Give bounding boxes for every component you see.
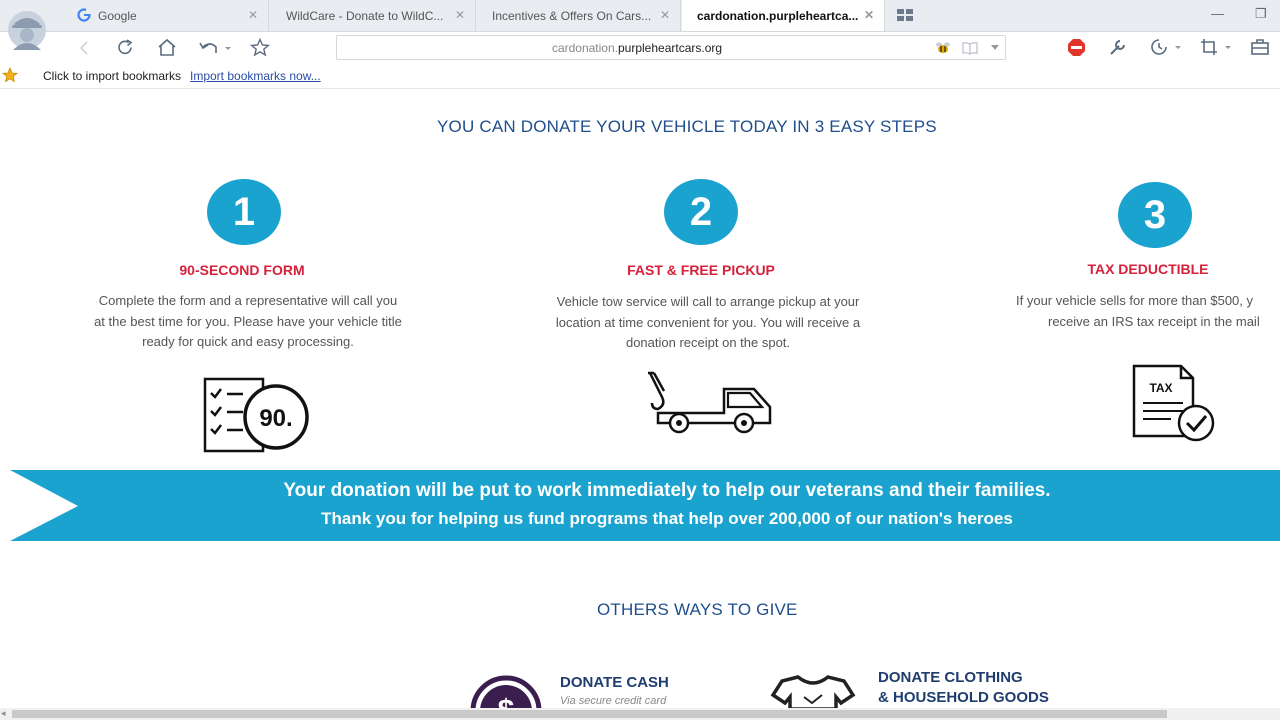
horizontal-scrollbar[interactable]: ◂ [0,708,1280,720]
close-icon[interactable]: ✕ [864,8,874,22]
step-2-number: 2 [664,179,738,245]
favorite-star-icon[interactable] [250,38,270,57]
bee-extension-icon[interactable] [935,41,951,55]
step-2-title: FAST & FREE PICKUP [627,262,775,278]
tab-label: WildCare - Donate to WildC... [286,9,444,23]
tools-wrench-icon[interactable] [1108,38,1129,57]
close-icon[interactable]: ✕ [455,8,465,22]
donate-cash-subtitle: Via secure credit card [560,695,667,707]
tab-wildcare[interactable]: WildCare - Donate to WildC... ✕ [270,0,476,31]
home-icon[interactable] [157,38,177,57]
navigation-bar: cardonation.purpleheartcars.org [0,32,1280,64]
step-3-description: If your vehicle sells for more than $500… [1016,291,1280,332]
tow-truck-icon [648,371,772,434]
step-3-description-text: If your vehicle sells for more than $500… [1016,291,1280,332]
tab-label: cardonation.purpleheartca... [697,9,859,23]
bookmark-bar: Click to import bookmarks Import bookmar… [0,64,1280,89]
step-2-description: Vehicle tow service will call to arrange… [555,294,861,350]
veterans-banner: Your donation will be put to work immedi… [10,470,1280,541]
step-3-title: TAX DEDUCTIBLE [1087,261,1209,277]
address-bar[interactable]: cardonation.purpleheartcars.org [336,35,1006,60]
dollar-coin-icon[interactable]: $ [470,675,542,708]
refresh-icon[interactable] [116,38,135,57]
steps-heading: YOU CAN DONATE YOUR VEHICLE TODAY IN 3 E… [437,117,937,136]
chevron-down-icon[interactable] [991,45,999,51]
tax-document-icon: TAX [1132,364,1215,442]
step-1-number: 1 [207,179,281,245]
tax-badge: TAX [1149,381,1172,395]
others-heading: OTHERS WAYS TO GIVE [597,600,798,619]
donate-goods-title[interactable]: & HOUSEHOLD GOODS [878,689,1049,706]
tab-google[interactable]: Google ✕ [64,0,269,31]
step-1-badge: 90. [259,405,292,432]
tab-grid-icon[interactable] [897,9,913,22]
step-3-desc-line1: If your vehicle sells for more than $500… [1016,293,1254,308]
adblock-icon[interactable] [1067,38,1086,57]
clothing-shirt-icon[interactable] [770,673,856,708]
scrollbar-thumb[interactable] [12,710,1167,718]
scroll-left-icon[interactable]: ◂ [1,708,6,719]
close-icon[interactable]: ✕ [248,8,258,22]
google-icon [77,8,91,22]
svg-text:$: $ [498,694,515,708]
tab-cardonation[interactable]: cardonation.purpleheartca... ✕ [682,0,885,31]
step-1-description: Complete the form and a representative w… [94,293,402,349]
step-3-number: 3 [1118,182,1192,248]
import-bookmarks-link[interactable]: Import bookmarks now... [190,69,321,83]
page-content: YOU CAN DONATE YOUR VEHICLE TODAY IN 3 E… [0,89,1280,708]
menu-toolbox-icon[interactable] [1250,38,1270,57]
history-icon[interactable] [1150,38,1184,57]
step-1-title: 90-SECOND FORM [179,262,305,278]
bookmark-star-icon[interactable] [2,67,18,83]
url-domain: purpleheartcars.org [617,41,723,55]
restore-icon[interactable]: ❐ [1255,6,1267,22]
step-3-desc-line2: receive an IRS tax receipt in the mail [1048,313,1260,329]
donate-cash-title[interactable]: DONATE CASH [560,674,669,691]
url-prefix: cardonation. [551,41,618,55]
tab-label: Incentives & Offers On Cars... [492,9,652,23]
user-avatar-icon[interactable] [4,8,50,54]
close-icon[interactable]: ✕ [660,8,670,22]
banner-subline: Thank you for helping us fund programs t… [321,509,1013,528]
tab-bar: Google ✕ WildCare - Donate to WildC... ✕… [0,0,1280,32]
reader-mode-icon[interactable] [962,41,978,55]
tab-incentives[interactable]: Incentives & Offers On Cars... ✕ [477,0,681,31]
tab-label: Google [98,9,137,23]
screenshot-crop-icon[interactable] [1200,38,1234,57]
url-text[interactable]: cardonation.purpleheartcars.org [337,41,937,55]
minimize-icon[interactable]: — [1211,6,1224,21]
undo-close-tab-icon[interactable] [198,38,234,57]
import-bookmarks-prompt: Click to import bookmarks [43,69,182,83]
back-icon[interactable] [78,40,90,56]
banner-headline: Your donation will be put to work immedi… [283,480,1051,501]
checklist-90-icon: 90. [203,377,309,453]
donate-clothing-title[interactable]: DONATE CLOTHING [878,669,1023,686]
